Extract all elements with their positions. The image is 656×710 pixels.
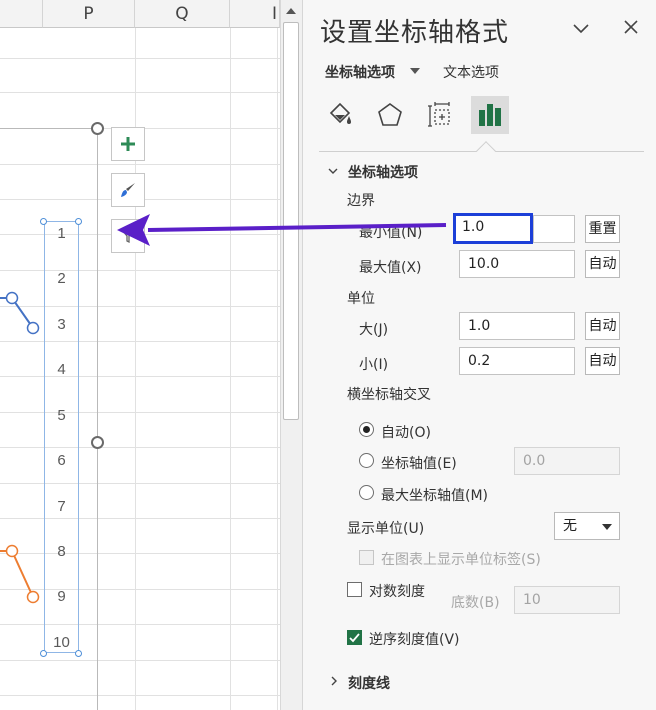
tab-pointer xyxy=(476,141,496,161)
gridline xyxy=(277,28,278,710)
chevron-down-icon[interactable] xyxy=(571,18,591,38)
maximum-input[interactable]: 10.0 xyxy=(459,250,575,278)
display-units-dropdown[interactable]: 无 xyxy=(554,512,620,540)
axis-options-tab[interactable] xyxy=(471,96,509,134)
axis-tick-label: 3 xyxy=(57,316,66,333)
section-tick-marks[interactable]: 刻度线 xyxy=(348,673,390,693)
maximum-label: 最大值(X) xyxy=(359,260,422,276)
axis-tick-label: 5 xyxy=(57,407,66,424)
axis-selection-handle[interactable] xyxy=(40,650,47,657)
show-units-label-text: 在图表上显示单位标签(S) xyxy=(381,552,541,568)
chevron-down-icon[interactable] xyxy=(328,166,338,176)
minor-unit-input[interactable]: 0.2 xyxy=(459,347,575,375)
axis-selection-handle[interactable] xyxy=(75,650,82,657)
tab-axis-options[interactable]: 坐标轴选项 xyxy=(325,62,395,82)
axis-selection-handle[interactable] xyxy=(75,218,82,225)
pane-title: 设置坐标轴格式 xyxy=(320,18,510,48)
maximum-auto-button[interactable]: 自动 xyxy=(585,250,620,278)
reverse-order-checkbox[interactable] xyxy=(347,630,362,645)
size-properties-tab[interactable] xyxy=(421,96,459,134)
chart-styles-button[interactable] xyxy=(111,173,145,207)
chart-elements-button[interactable] xyxy=(111,127,145,161)
column-header-r[interactable]: I xyxy=(230,0,280,28)
log-scale-checkbox[interactable] xyxy=(347,582,362,597)
bounds-label: 边界 xyxy=(347,193,375,209)
axis-tick-label: 4 xyxy=(57,361,66,378)
display-units-value: 无 xyxy=(563,518,577,534)
axis-tick-label: 7 xyxy=(57,498,66,515)
axis-value-input[interactable]: 0.0 xyxy=(514,447,620,475)
major-unit-input[interactable]: 1.0 xyxy=(459,312,575,340)
filter-icon xyxy=(120,229,136,244)
chevron-right-icon[interactable] xyxy=(329,676,339,686)
base-input[interactable]: 10 xyxy=(514,586,620,614)
axis-tick-label: 10 xyxy=(53,634,70,651)
radio-selected-dot xyxy=(363,426,370,433)
axis-tick-label: 6 xyxy=(57,452,66,469)
major-unit-auto-button[interactable]: 自动 xyxy=(585,312,620,340)
bar-chart-icon xyxy=(479,104,501,126)
checkmark-icon xyxy=(349,633,360,643)
axis-tick-label: 9 xyxy=(57,588,66,605)
log-scale-label: 对数刻度 xyxy=(369,584,425,600)
radio-auto[interactable] xyxy=(359,422,374,437)
radio-auto-label[interactable]: 自动(O) xyxy=(381,422,431,442)
radio-axis-value-label[interactable]: 坐标轴值(E) xyxy=(381,453,457,473)
blue-series-line xyxy=(0,297,34,329)
caret-down-icon xyxy=(602,524,612,530)
scrollbar-thumb[interactable] xyxy=(283,22,299,420)
minimum-label: 最小值(N) xyxy=(359,225,423,241)
major-unit-label: 大(J) xyxy=(359,322,389,338)
base-label: 底数(B) xyxy=(451,595,500,611)
section-axis-options[interactable]: 坐标轴选项 xyxy=(348,162,418,182)
format-axis-pane: 设置坐标轴格式 坐标轴选项 文本选项 坐标轴选项 边界 最小值(N) 1.0 重… xyxy=(302,0,656,710)
fill-line-tab[interactable] xyxy=(321,96,359,134)
column-header-q[interactable]: Q xyxy=(135,0,230,28)
close-icon[interactable] xyxy=(621,17,641,37)
radio-maximum-axis-value[interactable] xyxy=(359,485,374,500)
radio-axis-value[interactable] xyxy=(359,453,374,468)
minimum-input-rest[interactable] xyxy=(533,215,575,243)
blue-series-point xyxy=(26,321,40,335)
reverse-order-label: 逆序刻度值(V) xyxy=(369,632,460,648)
orange-series-line xyxy=(0,550,34,598)
minimum-reset-button[interactable]: 重置 xyxy=(585,215,620,243)
scroll-up-arrow-icon[interactable] xyxy=(283,3,299,19)
paintbrush-icon xyxy=(121,183,135,197)
chart-filters-button[interactable] xyxy=(111,219,145,253)
tab-text-options[interactable]: 文本选项 xyxy=(443,62,499,82)
pentagon-icon xyxy=(378,103,402,126)
units-label: 单位 xyxy=(347,291,375,307)
plus-icon xyxy=(121,137,135,151)
effects-tab[interactable] xyxy=(371,96,409,134)
worksheet-area: P Q I 1 2 3 4 5 6 7 8 9 10 xyxy=(0,0,302,710)
blue-series-point xyxy=(5,291,19,305)
paint-bucket-icon xyxy=(329,102,351,124)
minor-unit-label: 小(I) xyxy=(359,357,389,373)
orange-series-point xyxy=(26,590,40,604)
size-properties-icon xyxy=(428,102,450,127)
minor-unit-auto-button[interactable]: 自动 xyxy=(585,347,620,375)
axis-tick-label: 2 xyxy=(57,270,66,287)
gridline xyxy=(230,28,231,710)
caret-down-icon[interactable] xyxy=(410,68,420,74)
axis-selection-handle[interactable] xyxy=(40,218,47,225)
horizontal-axis-crosses-label: 横坐标轴交叉 xyxy=(347,387,431,403)
axis-tick-label: 8 xyxy=(57,543,66,560)
radio-maximum-axis-value-label[interactable]: 最大坐标轴值(M) xyxy=(381,485,488,505)
show-units-label-checkbox[interactable] xyxy=(359,550,374,565)
display-units-label: 显示单位(U) xyxy=(347,521,425,537)
axis-tick-label: 1 xyxy=(57,225,66,242)
minimum-input[interactable]: 1.0 xyxy=(453,213,533,244)
orange-series-point xyxy=(5,544,19,558)
